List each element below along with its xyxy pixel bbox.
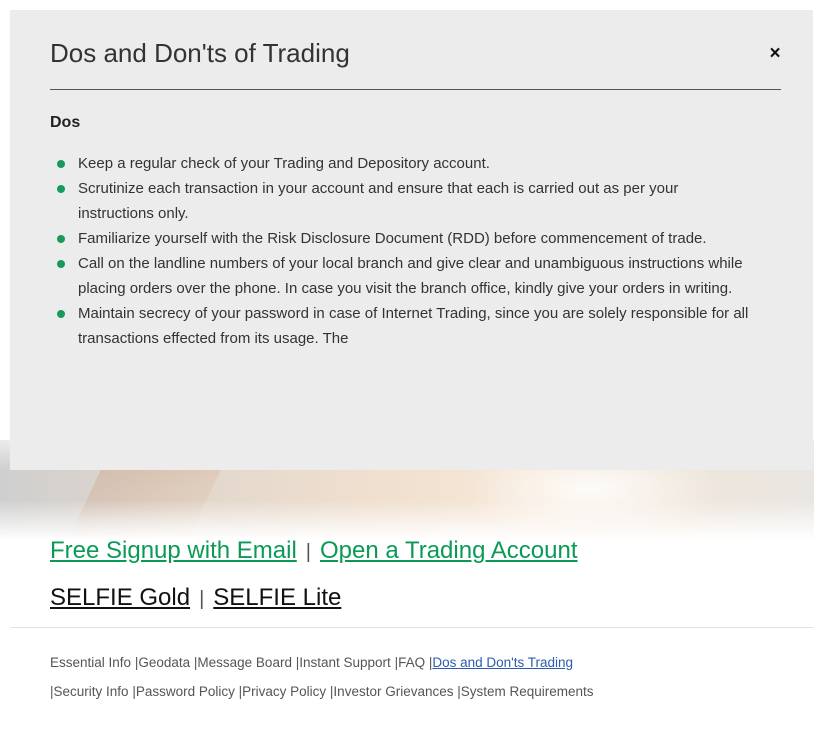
list-item-text: Maintain secrecy of your password in cas… — [78, 305, 749, 347]
footer-link-investor-grievances[interactable]: |Investor Grievances — [330, 684, 454, 699]
background-fade-bottom — [0, 500, 814, 540]
bullet-icon — [57, 310, 65, 318]
bullet-icon — [57, 185, 65, 193]
list-item: Maintain secrecy of your password in cas… — [55, 301, 755, 351]
dos-list: Keep a regular check of your Trading and… — [55, 151, 755, 351]
list-item-text: Familiarize yourself with the Risk Discl… — [78, 230, 707, 247]
title-divider — [50, 89, 781, 90]
open-trading-account-link[interactable]: Open a Trading Account — [320, 537, 578, 564]
list-item: Keep a regular check of your Trading and… — [55, 151, 755, 176]
bullet-icon — [57, 235, 65, 243]
list-item-text: Scrutinize each transaction in your acco… — [78, 180, 679, 222]
footer-link-instant-support[interactable]: |Instant Support — [296, 655, 391, 670]
footer-link-faq[interactable]: |FAQ — [395, 655, 426, 670]
footer-link-security-info[interactable]: |Security Info — [50, 684, 129, 699]
bullet-icon — [57, 160, 65, 168]
dos-donts-modal: Dos and Don'ts of Trading × Dos Keep a r… — [10, 10, 813, 470]
list-item: Familiarize yourself with the Risk Discl… — [55, 226, 755, 251]
modal-title: Dos and Don'ts of Trading — [50, 38, 350, 68]
footer-link-essential-info[interactable]: Essential Info — [50, 655, 131, 670]
list-item-text: Keep a regular check of your Trading and… — [78, 155, 490, 172]
footer-link-dos-donts[interactable]: Dos and Don'ts Trading — [432, 655, 573, 670]
signup-links: Free Signup with Email | Open a Trading Ac… — [50, 537, 578, 565]
footer-divider — [10, 627, 814, 628]
product-links: SELFIE Gold | SELFIE Lite — [50, 584, 341, 612]
footer-link-password-policy[interactable]: |Password Policy — [132, 684, 235, 699]
close-icon[interactable]: × — [765, 44, 785, 64]
selfie-lite-link[interactable]: SELFIE Lite — [213, 584, 341, 611]
selfie-gold-link[interactable]: SELFIE Gold — [50, 584, 190, 611]
footer-links: Essential Info |Geodata |Message Board |… — [50, 648, 810, 706]
footer-link-message-board[interactable]: |Message Board — [194, 655, 292, 670]
list-item: Scrutinize each transaction in your acco… — [55, 176, 755, 226]
footer-link-system-requirements[interactable]: |System Requirements — [457, 684, 593, 699]
list-item: Call on the landline numbers of your loc… — [55, 251, 755, 301]
free-signup-link[interactable]: Free Signup with Email — [50, 537, 297, 564]
separator: | — [199, 588, 205, 610]
section-heading-dos: Dos — [50, 114, 81, 131]
bullet-icon — [57, 260, 65, 268]
footer-link-privacy-policy[interactable]: |Privacy Policy — [239, 684, 327, 699]
footer-link-geodata[interactable]: |Geodata — [135, 655, 190, 670]
separator: | — [305, 541, 311, 563]
list-item-text: Call on the landline numbers of your loc… — [78, 255, 743, 297]
